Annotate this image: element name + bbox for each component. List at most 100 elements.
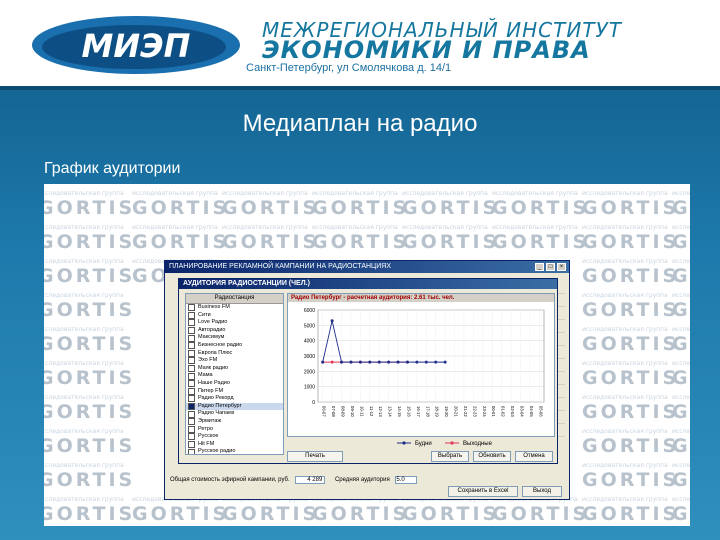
station-list-item[interactable]: Мама — [186, 372, 283, 380]
print-button[interactable]: Печать — [287, 451, 343, 462]
station-checkbox[interactable] — [188, 334, 195, 342]
watermark-tile: исследовательская группаGORTIS — [672, 326, 690, 355]
station-list-item[interactable]: Бизнесное радио — [186, 342, 283, 350]
header: МИЭП МЕЖРЕГИОНАЛЬНЫЙ ИНСТИТУТ ЭКОНОМИКИ … — [0, 0, 720, 86]
x-tick-label: 14-15 — [397, 406, 402, 417]
watermark-tile: исследовательская группаGORTIS — [582, 394, 680, 423]
close-icon[interactable]: × — [557, 263, 566, 271]
watermark-tile: исследовательская группаGORTIS — [132, 496, 230, 525]
avg-value: 5.0 — [395, 476, 418, 484]
station-list-item[interactable]: Love Радио — [186, 319, 283, 327]
station-checkbox[interactable] — [188, 403, 195, 411]
watermark-tile: исследовательская группаGORTIS — [44, 190, 136, 219]
x-tick-label: 06-07 — [322, 406, 327, 417]
watermark-tile: исследовательская группаGORTIS — [44, 462, 136, 491]
audience-chart: 0 1000 2000 3000 4000 5000 6000 06-07 07-08 08-09… — [304, 308, 545, 417]
watermark-tile: исследовательская группаGORTIS — [222, 190, 320, 219]
maximize-icon[interactable]: □ — [546, 263, 555, 271]
slide-subtitle: График аудитории — [44, 160, 181, 177]
station-checkbox[interactable] — [188, 357, 195, 365]
screenshot-canvas: исследовательская группа GORTIS исследоват… — [44, 184, 690, 526]
station-list-item[interactable]: Hit FM — [186, 441, 283, 449]
station-label: Hit FM — [198, 440, 215, 447]
y-tick-label: 6000 — [304, 308, 315, 314]
station-checkbox[interactable] — [188, 433, 195, 441]
chart-caption: Радио Петербург - расчетная аудитория: 2… — [288, 294, 554, 302]
watermark-tile: исследовательская группаGORTIS — [672, 462, 690, 491]
station-list-item[interactable]: Максимум — [186, 334, 283, 342]
station-checkbox[interactable] — [188, 380, 195, 388]
station-checkbox[interactable] — [188, 304, 195, 312]
station-list-item[interactable]: Наше Радио — [186, 380, 283, 388]
station-checkbox[interactable] — [188, 365, 195, 373]
station-list-item[interactable]: Радио Рекорд — [186, 395, 283, 403]
minimize-icon[interactable]: _ — [535, 263, 544, 271]
station-checkbox[interactable] — [188, 387, 195, 395]
station-checkbox[interactable] — [188, 319, 195, 327]
x-tick-label: 13-14 — [388, 406, 393, 417]
legend-marker-weekend — [450, 441, 454, 445]
audience-window-title: АУДИТОРИЯ РАДИОСТАНЦИИ (ЧЕЛ.) — [179, 279, 557, 289]
station-checkbox[interactable] — [188, 372, 195, 380]
watermark-tile: исследовательская группаGORTIS — [492, 496, 590, 525]
station-list-item[interactable]: Маяк радио — [186, 365, 283, 373]
station-list-item[interactable]: Ретро — [186, 426, 283, 434]
station-checkbox[interactable] — [188, 425, 195, 433]
station-label: Эхо FM — [198, 357, 218, 364]
data-point — [443, 360, 447, 364]
station-checkbox[interactable] — [188, 395, 195, 403]
station-list-item[interactable]: Business FM — [186, 304, 283, 312]
station-list-item[interactable]: Авторадио — [186, 327, 283, 335]
watermark-tile: исследовательская группаGORTIS — [672, 258, 690, 287]
station-list-item[interactable]: Сити — [186, 312, 283, 320]
exit-button[interactable]: Выход — [522, 486, 562, 497]
station-checkbox[interactable] — [188, 349, 195, 357]
budget-row: Общая стоимость эфирной кампании, руб. 4… — [170, 476, 564, 484]
data-point — [415, 360, 419, 364]
watermark-tile: исследовательская группаGORTIS — [44, 496, 136, 525]
watermark-tile: исследовательская группаGORTIS — [44, 292, 136, 321]
station-checkbox[interactable] — [188, 342, 195, 350]
station-label: Эрмитаж — [198, 417, 222, 424]
data-point — [405, 360, 409, 364]
save-excel-button[interactable]: Сохранить в Excel — [448, 486, 518, 497]
budget-label: Общая стоимость эфирной кампании, руб. — [170, 477, 290, 483]
watermark-tile: исследовательская группаGORTIS — [582, 224, 680, 253]
data-point — [358, 360, 362, 364]
x-tick-label: 11-12 — [369, 406, 374, 417]
station-checkbox[interactable] — [188, 410, 195, 418]
data-point — [330, 319, 334, 323]
data-point — [434, 360, 438, 364]
refresh-button[interactable]: Обновить — [473, 451, 511, 462]
station-checkbox[interactable] — [188, 418, 195, 426]
station-list-item[interactable]: Европа Плюс — [186, 350, 283, 358]
station-list[interactable]: Радиостанция Business FM Сити Love Радио Ав… — [185, 293, 284, 455]
x-tick-label: 18-19 — [435, 406, 440, 417]
watermark-tile: исследовательская группаGORTIS — [672, 224, 690, 253]
station-list-item[interactable]: Питер FM — [186, 388, 283, 396]
watermark-tile: исследовательская группаGORTIS — [582, 462, 680, 491]
station-list-item[interactable]: Эхо FM — [186, 357, 283, 365]
x-tick-label: 05-06 — [538, 406, 543, 417]
watermark-tile: исследовательская группаGORTIS — [672, 496, 690, 525]
station-list-item[interactable]: Русское — [186, 433, 283, 441]
station-checkbox[interactable] — [188, 440, 195, 448]
cancel-button[interactable]: Отмена — [515, 451, 553, 462]
station-checkbox[interactable] — [188, 327, 195, 335]
station-list-header: Радиостанция — [186, 294, 283, 304]
station-label: Европа Плюс — [198, 349, 233, 356]
station-checkbox[interactable] — [188, 311, 195, 319]
x-tick-label: 17-18 — [425, 406, 430, 417]
station-label: Love Радио — [198, 319, 228, 326]
watermark-tile: исследовательская группаGORTIS — [582, 326, 680, 355]
station-label: Русское — [198, 433, 219, 440]
station-list-item[interactable]: Русское радио — [186, 448, 283, 454]
x-tick-label: 23-24 — [482, 406, 487, 417]
station-checkbox[interactable] — [188, 448, 195, 454]
watermark-tile: исследовательская группаGORTIS — [672, 190, 690, 219]
watermark-tile: исследовательская группаGORTIS — [312, 224, 410, 253]
station-list-item[interactable]: Эрмитаж — [186, 418, 283, 426]
select-button[interactable]: Выбрать — [431, 451, 469, 462]
station-list-item[interactable]: Радио Чапаев — [186, 410, 283, 418]
station-list-item[interactable]: Радио Петербург — [186, 402, 283, 411]
